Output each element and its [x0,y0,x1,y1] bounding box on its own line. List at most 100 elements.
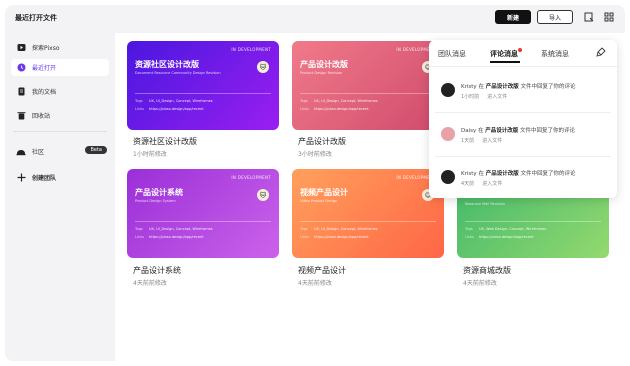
card-link-label: Links [300,107,309,111]
card-title: 视频产品设计 [300,188,348,197]
file-name[interactable]: 视频产品设计 [298,265,346,276]
plus-icon [16,173,26,183]
card-link: Links https://pixso.design/app/recent [300,107,369,111]
sidebar-item-label: 我的文档 [32,89,57,96]
card-link: Links https://pixso.design/app/recent [465,235,534,239]
card-tags: Tags UX, Web Design, Concept, Wireframes [465,227,546,231]
sidebar-item-label: 创建团队 [32,175,57,182]
card-subtitle: Product Design Revision [300,71,343,75]
card-divider [465,221,601,222]
new-button[interactable]: 新建 [495,10,531,24]
avatar: 🐱 [257,189,269,201]
card-divider [300,93,436,94]
card-divider [300,221,436,222]
open-file-link[interactable]: 进入文件 [482,181,502,187]
card-link: Links https://pixso.design/app/recent [300,235,369,239]
document-icon [16,87,26,97]
card-link: Links https://pixso.design/app/recent [135,235,204,239]
file-card[interactable]: IN DEVELOPMENT 资源社区设计改版 Document Resourc… [127,41,279,130]
card-tags-value: UX, UI_Design, Concept, Wireframes [314,99,378,103]
file-card[interactable]: IN DEVELOPMENT 产品设计改版 Product Design Rev… [292,41,444,130]
file-modified-time: 3小时前修改 [298,151,332,158]
sidebar-item-documents[interactable]: 我的文档 [11,83,109,100]
top-bar: 最近打开文件 新建 导入 [5,5,625,33]
notification-preposition: 在 [478,128,484,134]
notification-file: 产品设计改版 [485,84,519,90]
notification-user: Kristy [461,171,477,177]
card-subtitle: Product Design System [135,199,176,203]
avatar [441,127,455,141]
clear-icon[interactable] [595,46,607,58]
sidebar-item-recent[interactable]: 最近打开 [11,59,109,76]
tab-comment-messages[interactable]: 评论消息 [490,49,518,59]
card-link-label: Links [135,107,144,111]
card-subtitle: Resource Mall Revision [465,202,506,206]
sidebar-item-trash[interactable]: 回收站 [11,107,109,124]
card-tags-label: Tags [300,99,308,103]
card-tags-label: Tags [135,99,143,103]
sidebar-item-explore[interactable]: 探索Pixso [11,39,109,56]
notification-item[interactable]: Kristy 在 产品设计改版 文件中回复了你的评论 4天前 进入文件 [429,158,617,198]
file-card[interactable]: IN DEVELOPMENT 视频产品设计 Video Product Desi… [292,169,444,258]
beta-badge: Beta [85,146,107,154]
card-tags: Tags UX, UI_Design, Concept, Wireframes [300,99,378,103]
notification-time: 4天前 [461,181,475,187]
sidebar-item-label: 探索Pixso [32,45,60,52]
create-team-button[interactable]: 创建团队 [11,169,109,186]
notification-panel: 团队消息 评论消息 系统消息 Kristy 在 产品设计改版 文件中回复了你的评… [429,40,617,198]
card-divider [135,93,271,94]
file-modified-time: 1小时前修改 [133,151,167,158]
card-tags: Tags UX, UI_Design, Concept, Wireframes [300,227,378,231]
avatar [441,83,455,97]
notification-preposition: 在 [478,84,484,90]
file-card[interactable]: IN DEVELOPMENT 产品设计系统 Product Design Sys… [127,169,279,258]
notification-time: 1天前 [461,138,475,144]
notification-meta: 1小时前 进入文件 [461,93,507,100]
file-name[interactable]: 产品设计改版 [298,136,346,147]
notification-text: Kristy 在 产品设计改版 文件中回复了你的评论 [461,82,575,90]
page-title: 最近打开文件 [15,14,57,22]
card-tags-label: Tags [135,227,143,231]
sidebar-item-label: 回收站 [32,113,51,120]
panel-header-divider [429,66,617,67]
card-link: Links https://pixso.design/app/recent [135,107,204,111]
file-name[interactable]: 产品设计系统 [133,265,181,276]
card-link-label: Links [135,235,144,239]
card-link-value: https://pixso.design/app/recent [314,235,369,239]
card-link-value: https://pixso.design/app/recent [314,107,369,111]
share-icon[interactable] [583,11,595,23]
grid-view-icon[interactable] [603,11,615,23]
sidebar-item-community[interactable]: 社区 Beta [11,143,109,160]
file-modified-time: 4天前前修改 [133,280,167,287]
clock-icon [16,63,26,73]
card-link-label: Links [300,235,309,239]
avatar [441,170,455,184]
tab-system-messages[interactable]: 系统消息 [541,49,569,59]
file-name[interactable]: 资源社区设计改版 [133,136,197,147]
file-modified-time: 4天前前修改 [463,280,497,287]
card-tags-value: UX, Web Design, Concept, Wireframes [479,227,547,231]
active-tab-underline [490,61,520,63]
card-link-value: https://pixso.design/app/recent [149,235,204,239]
notification-item[interactable]: Kristy 在 产品设计改版 文件中回复了你的评论 1小时前 进入文件 [429,71,617,111]
tab-team-messages[interactable]: 团队消息 [438,49,466,59]
notification-user: Kristy [461,84,477,90]
open-file-link[interactable]: 进入文件 [487,94,507,100]
card-status-tag: IN DEVELOPMENT [231,175,271,180]
notification-action: 文件中回复了你的评论 [520,84,576,90]
card-tags-value: UX, UI_Design, Concept, Wireframes [314,227,378,231]
notification-item[interactable]: Daisy 在 产品设计改版 文件中回复了你的评论 1天前 进入文件 [429,115,617,155]
open-file-link[interactable]: 进入文件 [482,138,502,144]
notification-action: 文件中回复了你的评论 [520,171,576,177]
card-divider [135,221,271,222]
notification-file: 产品设计改版 [485,128,519,134]
sidebar-item-label: 社区 [32,149,45,156]
sidebar-divider [13,131,107,132]
import-button[interactable]: 导入 [537,10,573,24]
card-subtitle: Video Product Design [300,199,338,203]
card-link-label: Links [465,235,474,239]
card-link-value: https://pixso.design/app/recent [479,235,534,239]
sidebar: 探索Pixso 最近打开 我的文档 回收站 社区 Beta 创建团队 [5,33,115,361]
card-tags: Tags UX, UI_Design, Concept, Wireframes [135,227,213,231]
file-name[interactable]: 资源商城改版 [463,265,511,276]
